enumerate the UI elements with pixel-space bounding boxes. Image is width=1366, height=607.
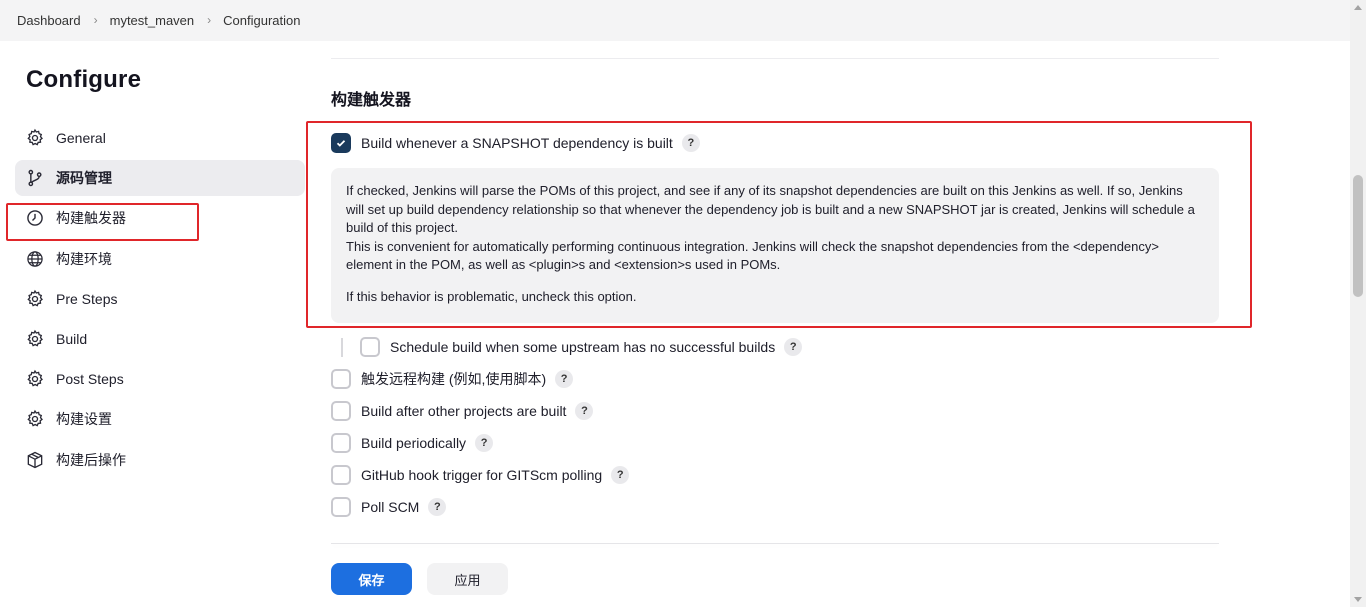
divider bbox=[331, 58, 1219, 59]
sidebar-item-label: Pre Steps bbox=[56, 290, 118, 307]
help-paragraph: If checked, Jenkins will parse the POMs … bbox=[346, 183, 1195, 236]
help-paragraph: If this behavior is problematic, uncheck… bbox=[346, 288, 637, 304]
sidebar-item-label: Build bbox=[56, 330, 88, 347]
gear-icon bbox=[25, 409, 45, 429]
scroll-down-arrow-icon[interactable] bbox=[1354, 597, 1362, 602]
snapshot-trigger-row: Build whenever a SNAPSHOT dependency is … bbox=[331, 133, 700, 153]
scrollbar-thumb[interactable] bbox=[1353, 175, 1363, 297]
gear-icon bbox=[25, 369, 45, 389]
upstream-option-row: Schedule build when some upstream has no… bbox=[360, 337, 803, 357]
package-icon bbox=[25, 450, 45, 470]
sidebar-item-build-settings[interactable]: 构建设置 bbox=[15, 401, 305, 437]
sidebar-item-build[interactable]: Build bbox=[15, 321, 305, 357]
clock-icon bbox=[25, 208, 45, 228]
sidebar-item-label: Post Steps bbox=[56, 371, 124, 388]
snapshot-help-panel: If checked, Jenkins will parse the POMs … bbox=[331, 168, 1219, 323]
trigger-option-label[interactable]: GitHub hook trigger for GITScm polling bbox=[361, 467, 602, 483]
trigger-option-row: Build after other projects are built ? bbox=[331, 401, 594, 421]
sidebar-item-scm[interactable]: 源码管理 bbox=[15, 160, 305, 197]
sidebar-item-label: General bbox=[56, 130, 106, 146]
breadcrumb-configuration[interactable]: Configuration bbox=[223, 13, 300, 28]
sidebar-item-build-env[interactable]: 构建环境 bbox=[15, 241, 305, 277]
chevron-right-icon: › bbox=[93, 12, 98, 27]
sidebar-item-label: 构建设置 bbox=[56, 411, 112, 428]
trigger-option-label[interactable]: 触发远程构建 (例如,使用脚本) bbox=[361, 369, 546, 389]
vertical-scrollbar[interactable] bbox=[1350, 0, 1366, 607]
build-periodically-checkbox[interactable] bbox=[331, 433, 351, 453]
save-button[interactable]: 保存 bbox=[331, 563, 412, 595]
apply-button[interactable]: 应用 bbox=[427, 563, 508, 595]
trigger-option-label[interactable]: Poll SCM bbox=[361, 499, 419, 515]
check-icon bbox=[336, 140, 346, 147]
upstream-option-checkbox[interactable] bbox=[360, 337, 380, 357]
breadcrumb-project[interactable]: mytest_maven bbox=[110, 13, 195, 28]
help-icon[interactable]: ? bbox=[555, 370, 574, 388]
globe-icon bbox=[25, 249, 45, 269]
help-icon[interactable]: ? bbox=[611, 466, 630, 484]
trigger-option-row: 触发远程构建 (例如,使用脚本) ? bbox=[331, 369, 574, 389]
sidebar-item-label: 源码管理 bbox=[56, 170, 112, 187]
page-title: Configure bbox=[26, 66, 142, 93]
trigger-option-row: GitHub hook trigger for GITScm polling ? bbox=[331, 465, 630, 485]
sidebar-item-general[interactable]: General bbox=[15, 120, 305, 156]
gear-icon bbox=[25, 289, 45, 309]
trigger-option-label[interactable]: Build periodically bbox=[361, 435, 466, 451]
divider bbox=[331, 543, 1219, 544]
sidebar-item-pre-steps[interactable]: Pre Steps bbox=[15, 281, 305, 317]
sidebar-item-label: 构建环境 bbox=[56, 250, 112, 267]
help-paragraph: This is convenient for automatically per… bbox=[346, 238, 1159, 273]
nested-indent-line bbox=[341, 338, 343, 357]
trigger-option-label[interactable]: Build after other projects are built bbox=[361, 403, 566, 419]
section-title: 构建触发器 bbox=[331, 92, 412, 109]
sidebar-item-label: 构建触发器 bbox=[56, 210, 126, 227]
poll-scm-checkbox[interactable] bbox=[331, 497, 351, 517]
trigger-option-row: Build periodically ? bbox=[331, 433, 494, 453]
breadcrumb-dashboard[interactable]: Dashboard bbox=[17, 13, 81, 28]
help-icon[interactable]: ? bbox=[575, 402, 594, 420]
snapshot-trigger-checkbox[interactable] bbox=[331, 133, 351, 153]
chevron-right-icon: › bbox=[207, 12, 212, 27]
sidebar-item-post-build[interactable]: 构建后操作 bbox=[15, 442, 305, 478]
scroll-up-arrow-icon[interactable] bbox=[1354, 5, 1362, 10]
github-hook-checkbox[interactable] bbox=[331, 465, 351, 485]
main-content: 构建触发器 Build whenever a SNAPSHOT dependen… bbox=[331, 0, 1221, 607]
upstream-option-label[interactable]: Schedule build when some upstream has no… bbox=[390, 339, 775, 355]
gear-icon bbox=[25, 128, 45, 148]
sidebar-item-label: 构建后操作 bbox=[56, 451, 126, 468]
build-after-checkbox[interactable] bbox=[331, 401, 351, 421]
branch-icon bbox=[25, 168, 45, 188]
trigger-option-row: Poll SCM ? bbox=[331, 497, 447, 517]
help-icon[interactable]: ? bbox=[475, 434, 494, 452]
remote-trigger-checkbox[interactable] bbox=[331, 369, 351, 389]
sidebar-nav: General 源码管理 构建触发器 构建环境 Pre Steps Build bbox=[15, 120, 305, 482]
gear-icon bbox=[25, 329, 45, 349]
snapshot-trigger-label[interactable]: Build whenever a SNAPSHOT dependency is … bbox=[361, 135, 673, 151]
help-icon[interactable]: ? bbox=[681, 134, 700, 152]
help-icon[interactable]: ? bbox=[784, 338, 803, 356]
sidebar-item-post-steps[interactable]: Post Steps bbox=[15, 361, 305, 397]
help-icon[interactable]: ? bbox=[428, 498, 447, 516]
sidebar-item-build-triggers[interactable]: 构建触发器 bbox=[15, 200, 305, 236]
